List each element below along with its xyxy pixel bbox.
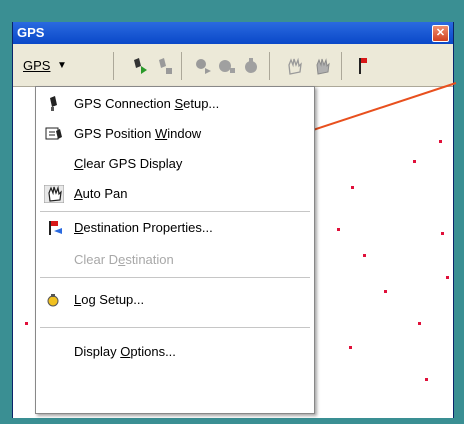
menu-item-gps-connection-setup[interactable]: GPS Connection Setup...	[36, 89, 314, 119]
auto-pan-icon	[44, 185, 64, 203]
menu-label-post: indow	[167, 126, 202, 141]
menu-label-pre: Clear D	[74, 252, 119, 267]
menu-label-accel: W	[154, 126, 168, 141]
menu-item-clear-destination: Clear Destination	[36, 245, 314, 275]
menu-label-accel: D	[74, 220, 84, 235]
menu-label-pre: Display	[74, 344, 121, 359]
menu-label-pre: GPS Position	[74, 126, 155, 141]
menu-label-post: estination Properties...	[83, 220, 213, 235]
menu-label-post: og Setup...	[81, 292, 145, 307]
menu-item-display-options[interactable]: Display Options...	[36, 337, 314, 367]
gps-position-window-icon	[45, 127, 62, 140]
log-setup-icon	[47, 294, 59, 307]
menu-label-accel: A	[74, 186, 83, 201]
menu-label-accel: S	[174, 96, 184, 111]
menu-item-clear-gps-display[interactable]: Clear GPS Display	[36, 149, 314, 179]
menu-item-gps-position-window[interactable]: GPS Position Window	[36, 119, 314, 149]
menu-label-post: stination	[125, 252, 174, 267]
destination-flag-icon	[49, 221, 62, 235]
menu-separator	[40, 277, 310, 278]
menu-separator	[40, 211, 310, 212]
menu-label-post: ptions...	[130, 344, 176, 359]
menu-item-destination-properties[interactable]: Destination Properties...	[36, 213, 314, 243]
menu-label-accel: C	[74, 156, 84, 171]
menu-label-pre: GPS Connection	[74, 96, 175, 111]
menu-label-post: uto Pan	[82, 186, 128, 201]
menu-separator	[40, 327, 310, 328]
menu-label-post: lear GPS Display	[83, 156, 183, 171]
menu-item-log-setup[interactable]: Log Setup...	[36, 285, 314, 315]
menu-label-accel: O	[120, 344, 131, 359]
gps-dropdown-menu: GPS Connection Setup... GPS Position Win…	[35, 86, 315, 414]
gps-device-icon	[50, 96, 57, 111]
menu-label-post: etup...	[183, 96, 220, 111]
menu-item-auto-pan[interactable]: Auto Pan	[36, 179, 314, 209]
